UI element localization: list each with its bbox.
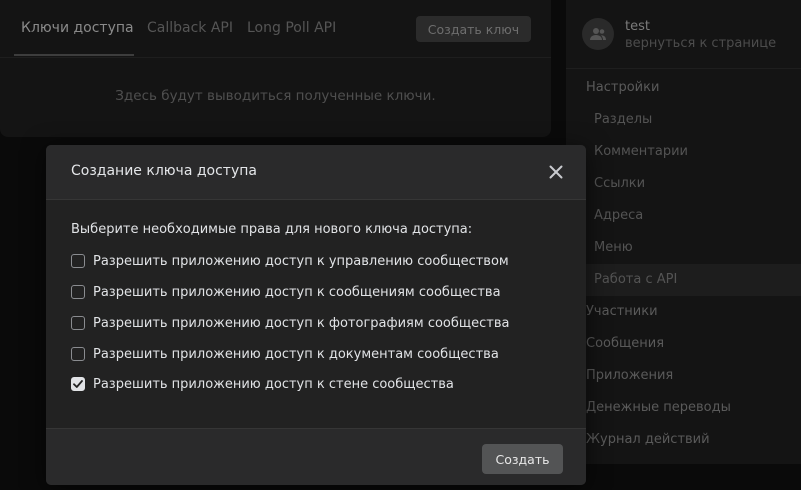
permission-photos[interactable]: Разрешить приложению доступ к фотография… <box>71 313 509 333</box>
dialog-header: Создание ключа доступа <box>46 145 586 200</box>
create-key-dialog: Создание ключа доступа Выберите необходи… <box>46 145 586 485</box>
sidebar-item-addresses[interactable]: Адреса <box>594 200 643 232</box>
permission-messages[interactable]: Разрешить приложению доступ к сообщениям… <box>71 282 501 302</box>
checkbox-manage[interactable] <box>71 254 85 268</box>
sidebar-item-sections[interactable]: Разделы <box>594 104 652 136</box>
sidebar-item-api[interactable]: Работа с API <box>566 264 801 296</box>
permission-label: Разрешить приложению доступ к сообщениям… <box>93 284 501 300</box>
sidebar-item-action-log[interactable]: Журнал действий <box>586 424 710 456</box>
permission-documents[interactable]: Разрешить приложению доступ к документам… <box>71 344 499 364</box>
dialog-title: Создание ключа доступа <box>71 163 257 179</box>
sidebar-item-money-transfers[interactable]: Денежные переводы <box>586 392 731 424</box>
tab-callback-api[interactable]: Callback API <box>147 0 233 57</box>
sidebar-item-messages[interactable]: Сообщения <box>586 328 664 360</box>
create-button[interactable]: Создать <box>482 444 563 474</box>
sidebar-item-menu[interactable]: Меню <box>594 232 633 264</box>
sidebar-heading-settings[interactable]: Настройки <box>586 72 659 104</box>
tab-long-poll-api[interactable]: Long Poll API <box>247 0 336 57</box>
sidebar-item-members[interactable]: Участники <box>586 296 658 328</box>
create-key-button[interactable]: Создать ключ <box>416 16 531 42</box>
sidebar-item-comments[interactable]: Комментарии <box>594 136 688 168</box>
checkbox-documents[interactable] <box>71 347 85 361</box>
check-icon <box>73 380 83 388</box>
permission-label: Разрешить приложению доступ к документам… <box>93 346 499 362</box>
sidebar-divider <box>566 68 801 69</box>
empty-keys-message: Здесь будут выводиться полученные ключи. <box>115 88 436 104</box>
sidebar-item-apps[interactable]: Приложения <box>586 360 673 392</box>
permission-label: Разрешить приложению доступ к управлению… <box>93 253 509 269</box>
active-tab-indicator <box>14 54 134 56</box>
checkbox-messages[interactable] <box>71 285 85 299</box>
community-name[interactable]: test <box>625 19 650 34</box>
permission-manage[interactable]: Разрешить приложению доступ к управлению… <box>71 251 509 271</box>
sidebar-item-links[interactable]: Ссылки <box>594 168 645 200</box>
users-icon[interactable] <box>582 18 614 50</box>
close-icon[interactable] <box>544 160 568 184</box>
dialog-footer: Создать <box>46 428 586 485</box>
back-to-page-link[interactable]: вернуться к странице <box>625 36 776 51</box>
tab-access-keys[interactable]: Ключи доступа <box>21 0 134 57</box>
permission-wall[interactable]: Разрешить приложению доступ к стене сооб… <box>71 374 454 394</box>
permissions-prompt: Выберите необходимые права для нового кл… <box>71 222 473 237</box>
permission-label: Разрешить приложению доступ к фотография… <box>93 315 510 331</box>
api-keys-panel: Ключи доступа Callback API Long Poll API… <box>0 0 551 137</box>
checkbox-wall[interactable] <box>71 377 85 391</box>
permission-label: Разрешить приложению доступ к стене сооб… <box>93 376 454 392</box>
checkbox-photos[interactable] <box>71 316 85 330</box>
